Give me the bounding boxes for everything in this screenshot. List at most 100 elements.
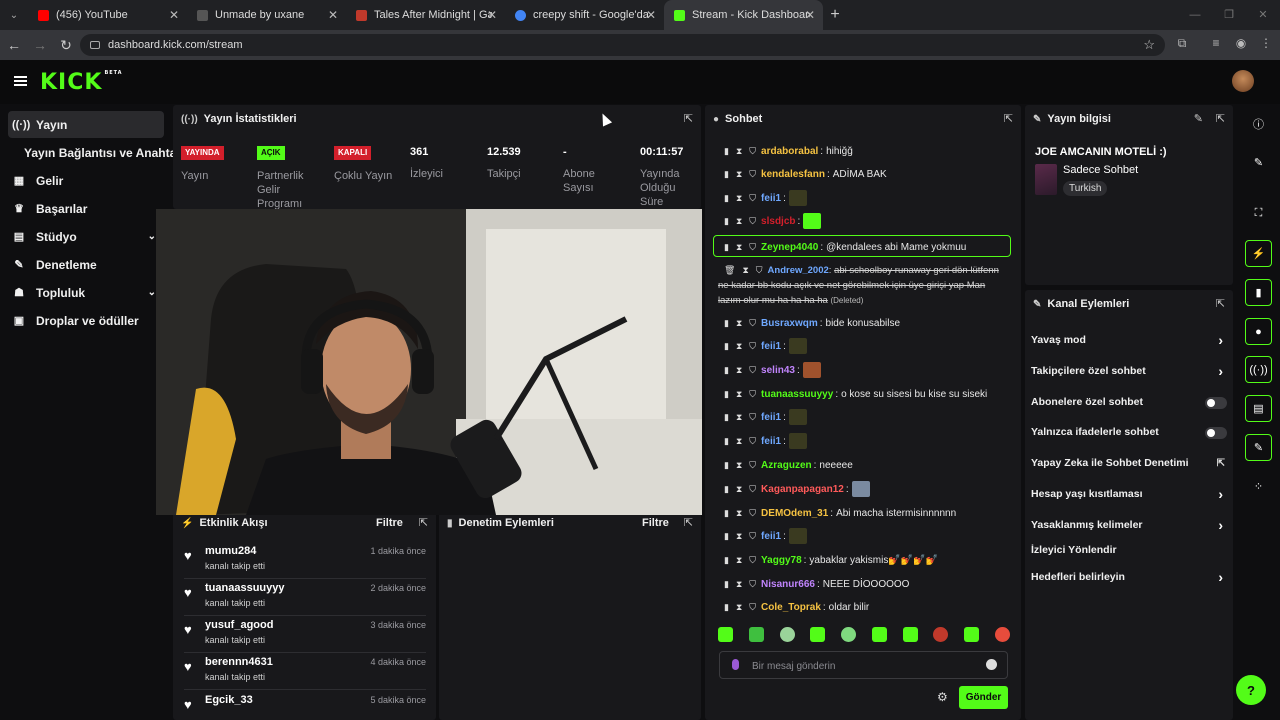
timeout-icon[interactable]: ⧗	[736, 216, 742, 227]
shield-icon[interactable]: ⛉	[749, 484, 756, 495]
timeout-icon[interactable]: ⧗	[742, 263, 748, 278]
channel-action-item[interactable]: Yalnızca ifadelerle sohbet	[1031, 422, 1229, 442]
filter-button[interactable]: Filtre	[376, 517, 403, 529]
sidebar-item-droplar[interactable]: ▣ Droplar ve ödüller	[8, 307, 164, 334]
event-user[interactable]: Egcik_33	[205, 694, 253, 706]
sidebar-item-topluluk[interactable]: ☗ Topluluk ⌄	[8, 279, 164, 306]
browser-tab-tales[interactable]: Tales After Midnight | Gas At Ni✕	[346, 0, 505, 30]
filter-button[interactable]: Filtre	[642, 517, 669, 529]
trash-icon[interactable]: ▮	[724, 436, 729, 447]
shield-icon[interactable]: ⛉	[749, 412, 756, 423]
sidebar-item-studyo[interactable]: ▤ Stüdyo ⌄	[8, 223, 164, 250]
sidebar-item-stream-key[interactable]: Yayın Bağlantısı ve Anahtarı	[20, 139, 184, 166]
layout-icon[interactable]: ▤	[1245, 395, 1272, 422]
trash-icon[interactable]: ▮	[724, 508, 729, 519]
shield-icon[interactable]: ⛉	[749, 436, 756, 447]
trash-icon[interactable]: ▮	[724, 169, 729, 180]
chat-username[interactable]: feii1	[761, 436, 781, 447]
timeout-icon[interactable]: ⧗	[736, 146, 742, 157]
chat-username[interactable]: Kaganpapagan12	[761, 484, 844, 495]
reload-icon[interactable]: ↻	[54, 37, 78, 54]
channel-action-item[interactable]: Yavaş mod ›	[1031, 330, 1229, 350]
tab-search-icon[interactable]: ⌄	[0, 0, 28, 30]
chat-username[interactable]: Nisanur666	[761, 579, 815, 590]
chat-username[interactable]: slsdjcb	[761, 216, 795, 227]
trash-icon[interactable]: ▮	[724, 216, 729, 227]
event-user[interactable]: mumu284	[205, 545, 256, 557]
emote-icon[interactable]	[779, 627, 795, 642]
timeout-icon[interactable]: ⧗	[736, 579, 742, 590]
minimize-icon[interactable]: —	[1178, 0, 1212, 30]
kick-logo[interactable]: KICK BETA	[40, 70, 123, 95]
close-tab-icon[interactable]: ✕	[487, 8, 497, 22]
close-tab-icon[interactable]: ✕	[646, 8, 656, 22]
timeout-icon[interactable]: ⧗	[736, 555, 742, 566]
trash-icon[interactable]: 🗑	[724, 263, 735, 278]
chat-username[interactable]: feii1	[761, 531, 781, 542]
popout-icon[interactable]: ⇱	[419, 516, 428, 529]
forward-icon[interactable]: →	[28, 37, 52, 53]
trash-icon[interactable]: ▮	[724, 531, 729, 542]
timeout-icon[interactable]: ⧗	[736, 602, 742, 613]
info-icon[interactable]: ⓘ	[1245, 110, 1272, 137]
emote-icon[interactable]	[718, 627, 733, 642]
lightning-icon[interactable]: ⚡	[1245, 240, 1272, 267]
popout-icon[interactable]: ⇱	[1004, 112, 1013, 125]
media-icon[interactable]: ≡	[1208, 36, 1224, 50]
emote-icon[interactable]	[810, 627, 826, 642]
browser-tab-kick[interactable]: Stream - Kick Dashboard ✕	[664, 0, 823, 30]
timeout-icon[interactable]: ⧗	[736, 318, 742, 329]
timeout-icon[interactable]: ⧗	[736, 389, 742, 400]
trash-icon[interactable]: ▮	[724, 389, 729, 400]
trash-icon[interactable]: ▮	[724, 318, 729, 329]
emote-icon[interactable]	[994, 627, 1010, 642]
close-tab-icon[interactable]: ✕	[169, 8, 179, 22]
shield-icon[interactable]: ⛉	[749, 365, 756, 376]
trash-icon[interactable]: ▮	[724, 412, 729, 423]
chat-username[interactable]: DEMOdem_31	[761, 508, 828, 519]
bookmark-star-icon[interactable]: ☆	[1143, 37, 1155, 53]
chat-username[interactable]: Busraxwqm	[761, 318, 818, 329]
trash-icon[interactable]: ▮	[724, 555, 729, 566]
sidebar-item-denetleme[interactable]: ✎ Denetleme	[8, 251, 164, 278]
wrench-icon[interactable]: ✎	[1245, 434, 1272, 461]
profile-icon[interactable]: ◉	[1233, 36, 1249, 50]
pencil-icon[interactable]: ✎	[1245, 149, 1272, 176]
dots-icon[interactable]: ⁘	[1245, 473, 1272, 500]
channel-action-item[interactable]: Takipçilere özel sohbet ›	[1031, 361, 1229, 381]
browser-menu-icon[interactable]: ⋮	[1258, 36, 1274, 50]
back-icon[interactable]: ←	[2, 37, 26, 53]
sidebar-item-gelir[interactable]: ▦ Gelir	[8, 167, 164, 194]
emote-icon[interactable]	[933, 627, 949, 642]
channel-action-item[interactable]: Hesap yaşı kısıtlaması ›	[1031, 484, 1229, 504]
timeout-icon[interactable]: ⧗	[736, 169, 742, 180]
close-window-icon[interactable]: ✕	[1246, 0, 1280, 30]
site-info-icon[interactable]	[90, 41, 100, 49]
shield-icon[interactable]: ⛉	[749, 602, 756, 613]
timeout-icon[interactable]: ⧗	[736, 460, 742, 471]
chat-username[interactable]: ardaborabal	[761, 146, 818, 157]
emote-icon[interactable]	[841, 627, 857, 642]
trash-icon[interactable]: ▮	[724, 365, 729, 376]
emote-icon[interactable]	[902, 627, 918, 642]
emoji-picker-icon[interactable]	[986, 659, 997, 670]
trash-icon[interactable]: ▮	[724, 460, 729, 471]
broadcast-icon[interactable]: ((·))	[1245, 356, 1272, 383]
chat-username[interactable]: feii1	[761, 193, 781, 204]
timeout-icon[interactable]: ⧗	[736, 412, 742, 423]
shield-icon[interactable]: ⛉	[749, 579, 756, 590]
event-user[interactable]: yusuf_agood	[205, 619, 273, 631]
chat-username[interactable]: selin43	[761, 365, 795, 376]
chat-username[interactable]: feii1	[761, 412, 781, 423]
channel-action-item[interactable]: Hedefleri belirleyin ›	[1031, 567, 1229, 587]
timeout-icon[interactable]: ⧗	[736, 341, 742, 352]
shield-icon[interactable]: ⛉	[749, 318, 756, 329]
microphone-icon[interactable]	[732, 659, 739, 670]
shield-icon[interactable]: ⛉	[749, 508, 756, 519]
shield-icon[interactable]: ⛉	[749, 193, 756, 204]
popout-icon[interactable]: ⇱	[684, 516, 693, 529]
emote-icon[interactable]	[748, 627, 764, 642]
event-user[interactable]: tuanaassuuyyy	[205, 582, 284, 594]
maximize-icon[interactable]: ❐	[1212, 0, 1246, 30]
user-avatar[interactable]	[1232, 70, 1254, 92]
